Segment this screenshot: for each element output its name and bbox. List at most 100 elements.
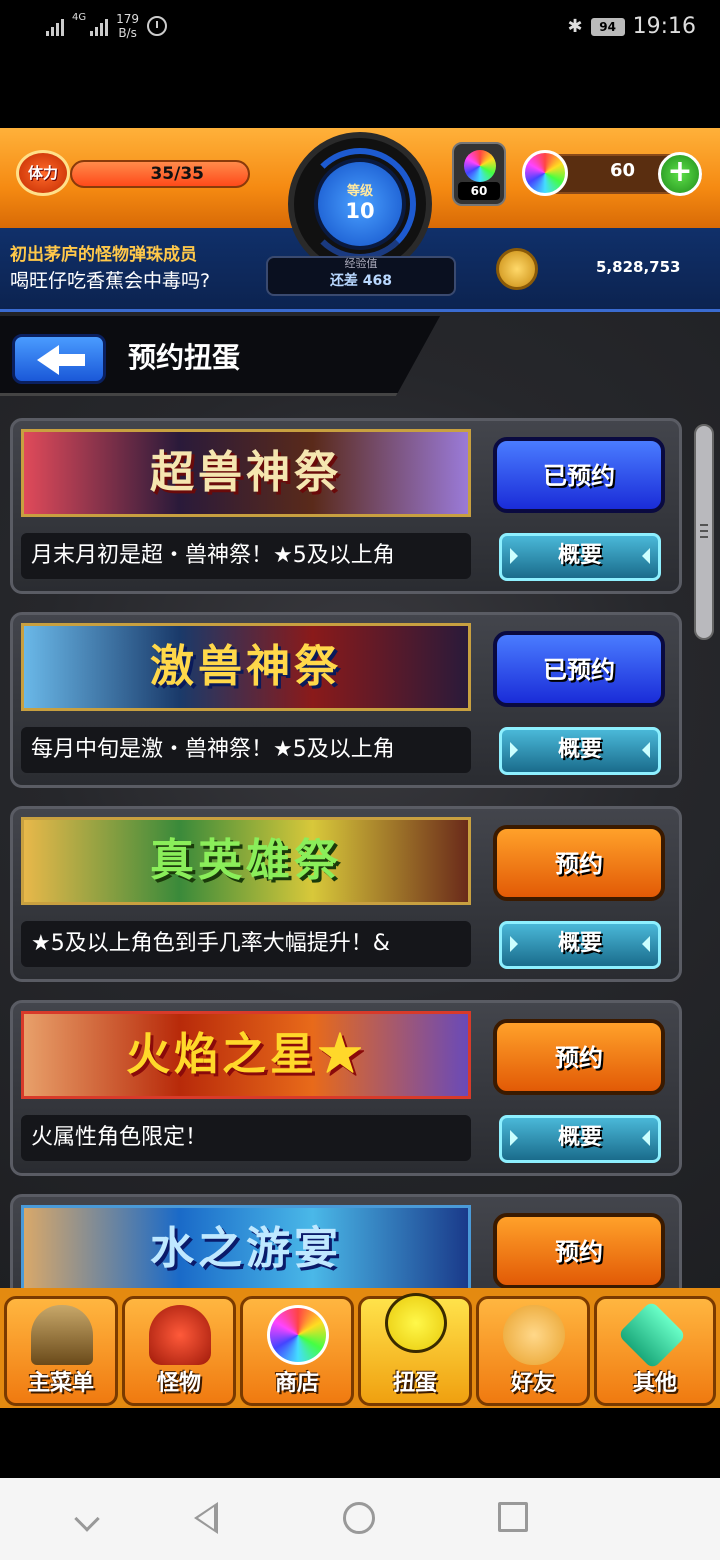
gacha-card-1: 超兽神祭 月末月初是超・兽神祭！★5及以上角 已预约 概要 <box>10 418 682 594</box>
gacha-description-2: 每月中旬是激・兽神祭！★5及以上角 <box>21 727 471 773</box>
banner-title-3: 真英雄祭 <box>150 835 342 886</box>
exp-box: 经验值 还差 468 <box>266 256 456 296</box>
chevron-right-icon <box>642 936 650 952</box>
overview-button-1[interactable]: 概要 <box>499 533 661 581</box>
level-badge: 等级 10 <box>314 158 406 250</box>
back-arrow-icon <box>37 345 85 375</box>
stamina-badge: 体力 <box>16 150 70 196</box>
banner-title-4: 火焰之星★ <box>126 1029 366 1080</box>
level-value: 10 <box>345 199 375 223</box>
banner-title-2: 激兽神祭 <box>150 641 342 692</box>
gacha-banner-3[interactable]: 真英雄祭 <box>21 817 471 905</box>
chevron-left-icon <box>510 548 518 564</box>
nav-other[interactable]: 其他 <box>594 1296 716 1406</box>
gacha-card-2: 激兽神祭 每月中旬是激・兽神祭！★5及以上角 已预约 概要 <box>10 612 682 788</box>
battery-icon: 94 <box>590 17 625 36</box>
chevron-left-icon <box>510 1130 518 1146</box>
gate-icon <box>31 1305 93 1365</box>
nav-label-other: 其他 <box>632 1371 677 1396</box>
player-name: 喝旺仔吃香蕉会中毒吗? <box>10 270 211 292</box>
gacha-description-1: 月末月初是超・兽神祭！★5及以上角 <box>21 533 471 579</box>
orb-shop-icon <box>267 1305 329 1365</box>
rainbow-orb-icon <box>522 150 568 196</box>
nav-label-main-menu: 主菜单 <box>27 1371 94 1396</box>
nav-main-menu[interactable]: 主菜单 <box>4 1296 118 1406</box>
scrollbar-grip <box>700 530 708 532</box>
level-label: 等级 <box>346 184 373 199</box>
signal-icon-sim2 <box>90 16 109 36</box>
stone-count: 60 <box>610 160 636 181</box>
orb-icon <box>464 150 496 182</box>
banner-title-5: 水之游宴 <box>150 1223 342 1274</box>
status-left: 4G 179 B/s <box>46 12 168 40</box>
recents-square-icon[interactable] <box>498 1502 528 1532</box>
reserved-button-1[interactable]: 已预约 <box>493 437 665 513</box>
chevron-right-icon <box>642 548 650 564</box>
overview-label-4: 概要 <box>557 1125 602 1150</box>
overview-label-1: 概要 <box>557 543 602 568</box>
nav-label-shop: 商店 <box>274 1371 319 1396</box>
other-icon <box>617 1300 687 1370</box>
gacha-banner-2[interactable]: 激兽神祭 <box>21 623 471 711</box>
reserve-button-4[interactable]: 预约 <box>493 1019 665 1095</box>
add-orb-button[interactable]: + <box>658 152 702 196</box>
overview-button-3[interactable]: 概要 <box>499 921 661 969</box>
gacha-description-4: 火属性角色限定！ <box>21 1115 471 1161</box>
overview-label-3: 概要 <box>557 931 602 956</box>
stamina-value: 35/35 <box>150 164 204 184</box>
chevron-right-icon <box>642 742 650 758</box>
clock: 19:16 <box>632 14 696 39</box>
chevron-left-icon <box>510 936 518 952</box>
egg-icon <box>385 1293 447 1353</box>
nav-label-friends: 好友 <box>510 1371 555 1396</box>
nav-label-monster: 怪物 <box>156 1371 201 1396</box>
network-type: 4G <box>72 12 87 23</box>
scrollbar-grip <box>700 536 708 538</box>
overview-button-4[interactable]: 概要 <box>499 1115 661 1163</box>
reserved-button-2[interactable]: 已预约 <box>493 631 665 707</box>
chevron-left-icon <box>510 742 518 758</box>
game-screen: 体力 35/35 60 60 + 等级 10 经验值 还差 468 初出茅庐的怪… <box>0 128 720 1408</box>
scrollbar[interactable] <box>694 424 714 640</box>
nav-friends[interactable]: 好友 <box>476 1296 590 1406</box>
gacha-description-3: ★5及以上角色到手几率大幅提升！& <box>21 921 471 967</box>
gold-amount: 5,828,753 <box>596 258 681 276</box>
status-right: ✱ 94 19:16 <box>568 14 697 39</box>
gacha-banner-1[interactable]: 超兽神祭 <box>21 429 471 517</box>
page-title: 预约扭蛋 <box>128 341 241 374</box>
chevron-right-icon <box>642 1130 650 1146</box>
nav-shop[interactable]: 商店 <box>240 1296 354 1406</box>
gacha-banner-5[interactable]: 水之游宴 <box>21 1205 471 1293</box>
alarm-icon <box>147 16 168 36</box>
exp-remaining: 还差 468 <box>329 273 393 289</box>
gold-coin-icon <box>496 248 538 290</box>
nav-gacha[interactable]: 扭蛋 <box>358 1293 472 1406</box>
hide-nav-icon[interactable] <box>74 1506 100 1532</box>
player-title: 初出茅庐的怪物弹珠成员 <box>10 245 197 265</box>
back-button[interactable] <box>12 334 106 384</box>
home-circle-icon[interactable] <box>343 1502 375 1534</box>
reserve-button-5[interactable]: 预约 <box>493 1213 665 1289</box>
gacha-card-4: 火焰之星★ 火属性角色限定！ 预约 概要 <box>10 1000 682 1176</box>
stamina-bar: 35/35 <box>70 160 250 188</box>
status-bar: 4G 179 B/s ✱ 94 19:16 <box>0 0 720 60</box>
gacha-banner-4[interactable]: 火焰之星★ <box>21 1011 471 1099</box>
scrollbar-grip <box>700 524 708 526</box>
nav-label-gacha: 扭蛋 <box>392 1371 437 1396</box>
banner-title-1: 超兽神祭 <box>150 447 342 498</box>
reserve-button-3[interactable]: 预约 <box>493 825 665 901</box>
back-triangle-icon[interactable] <box>194 1502 218 1534</box>
overview-label-2: 概要 <box>557 737 602 762</box>
speed-value: 179 <box>116 12 140 26</box>
overview-button-2[interactable]: 概要 <box>499 727 661 775</box>
network-speed: 179 B/s <box>116 12 139 40</box>
orb-stock-count: 60 <box>458 182 500 200</box>
nav-monster[interactable]: 怪物 <box>122 1296 236 1406</box>
level-ring: 等级 10 <box>288 132 432 276</box>
android-nav-bar <box>0 1478 720 1560</box>
bluetooth-icon: ✱ <box>567 16 583 37</box>
orb-stock-button[interactable]: 60 <box>452 142 506 206</box>
monster-icon <box>149 1305 211 1365</box>
gacha-card-3: 真英雄祭 ★5及以上角色到手几率大幅提升！& 预约 概要 <box>10 806 682 982</box>
exp-label: 经验值 <box>344 257 378 270</box>
